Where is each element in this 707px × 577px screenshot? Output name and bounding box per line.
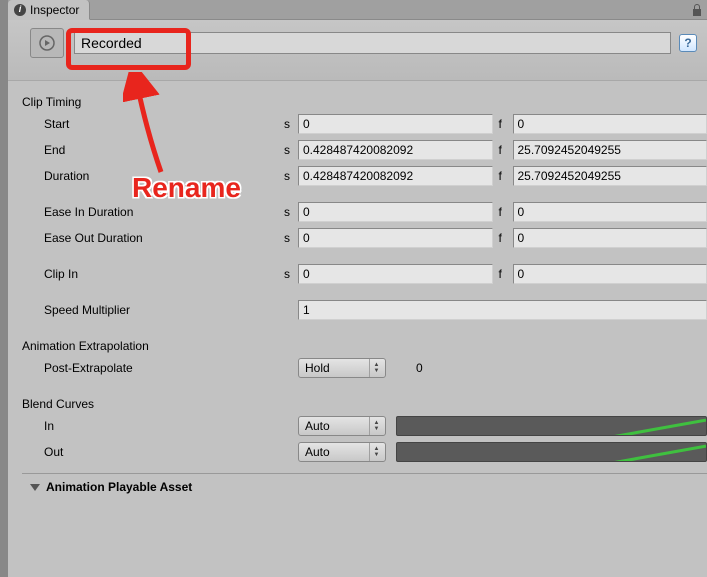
clip-name-input[interactable] xyxy=(74,32,671,54)
label-duration: Duration xyxy=(44,169,284,183)
row-start: Start s f xyxy=(22,111,707,137)
clip-in-seconds-input[interactable] xyxy=(298,264,493,284)
help-icon[interactable]: ? xyxy=(679,34,697,52)
unit-f: f xyxy=(499,205,513,219)
end-seconds-input[interactable] xyxy=(298,140,493,160)
section-blend: Blend Curves xyxy=(22,389,707,413)
dropdown-value: Hold xyxy=(305,361,330,375)
unit-s: s xyxy=(284,231,298,245)
label-ease-in: Ease In Duration xyxy=(44,205,284,219)
unit-s: s xyxy=(284,205,298,219)
label-speed: Speed Multiplier xyxy=(44,303,298,317)
clip-in-frames-input[interactable] xyxy=(513,264,707,284)
row-duration: Duration s f xyxy=(22,163,707,189)
unit-s: s xyxy=(284,143,298,157)
start-seconds-input[interactable] xyxy=(298,114,493,134)
label-blend-in: In xyxy=(44,419,298,433)
end-frames-input[interactable] xyxy=(513,140,707,160)
blend-out-dropdown[interactable]: Auto ▲▼ xyxy=(298,442,386,462)
chevron-down-icon xyxy=(30,484,40,491)
row-speed: Speed Multiplier xyxy=(22,297,707,323)
content: Clip Timing Start s f End s f Duration s… xyxy=(8,81,707,500)
tab-label: Inspector xyxy=(30,3,79,17)
post-extrapolate-extra: 0 xyxy=(416,361,423,375)
label-clip-in: Clip In xyxy=(44,267,284,281)
unit-s: s xyxy=(284,117,298,131)
asset-foldout[interactable]: Animation Playable Asset xyxy=(22,473,707,500)
row-blend-in: In Auto ▲▼ xyxy=(22,413,707,439)
row-clip-in: Clip In s f xyxy=(22,261,707,287)
ease-in-seconds-input[interactable] xyxy=(298,202,493,222)
duration-seconds-input[interactable] xyxy=(298,166,493,186)
dropdown-value: Auto xyxy=(305,445,330,459)
label-ease-out: Ease Out Duration xyxy=(44,231,284,245)
unit-s: s xyxy=(284,267,298,281)
info-icon: i xyxy=(14,4,26,16)
chevron-updown-icon: ▲▼ xyxy=(369,417,383,435)
chevron-updown-icon: ▲▼ xyxy=(369,443,383,461)
tab-inspector[interactable]: i Inspector xyxy=(8,0,90,20)
unit-f: f xyxy=(499,267,513,281)
section-extrapolation: Animation Extrapolation xyxy=(22,331,707,355)
unit-f: f xyxy=(499,117,513,131)
play-icon xyxy=(30,28,64,58)
label-start: Start xyxy=(44,117,284,131)
blend-in-curve[interactable] xyxy=(396,416,707,436)
row-blend-out: Out Auto ▲▼ xyxy=(22,439,707,465)
speed-input[interactable] xyxy=(298,300,707,320)
unit-f: f xyxy=(499,169,513,183)
label-post-extrapolate: Post-Extrapolate xyxy=(44,361,298,375)
asset-title: Animation Playable Asset xyxy=(46,480,192,494)
unit-f: f xyxy=(499,143,513,157)
section-clip-timing: Clip Timing xyxy=(22,87,707,111)
row-ease-in: Ease In Duration s f xyxy=(22,199,707,225)
ease-in-frames-input[interactable] xyxy=(513,202,707,222)
row-end: End s f xyxy=(22,137,707,163)
start-frames-input[interactable] xyxy=(513,114,707,134)
label-blend-out: Out xyxy=(44,445,298,459)
row-ease-out: Ease Out Duration s f xyxy=(22,225,707,251)
unit-s: s xyxy=(284,169,298,183)
chevron-updown-icon: ▲▼ xyxy=(369,359,383,377)
tab-bar: i Inspector xyxy=(8,0,707,20)
label-end: End xyxy=(44,143,284,157)
blend-in-dropdown[interactable]: Auto ▲▼ xyxy=(298,416,386,436)
row-post-extrapolate: Post-Extrapolate Hold ▲▼ 0 xyxy=(22,355,707,381)
unit-f: f xyxy=(499,231,513,245)
duration-frames-input[interactable] xyxy=(513,166,707,186)
clip-header: ? xyxy=(8,20,707,81)
blend-out-curve[interactable] xyxy=(396,442,707,462)
lock-icon[interactable] xyxy=(687,3,707,17)
ease-out-seconds-input[interactable] xyxy=(298,228,493,248)
post-extrapolate-dropdown[interactable]: Hold ▲▼ xyxy=(298,358,386,378)
dropdown-value: Auto xyxy=(305,419,330,433)
ease-out-frames-input[interactable] xyxy=(513,228,707,248)
